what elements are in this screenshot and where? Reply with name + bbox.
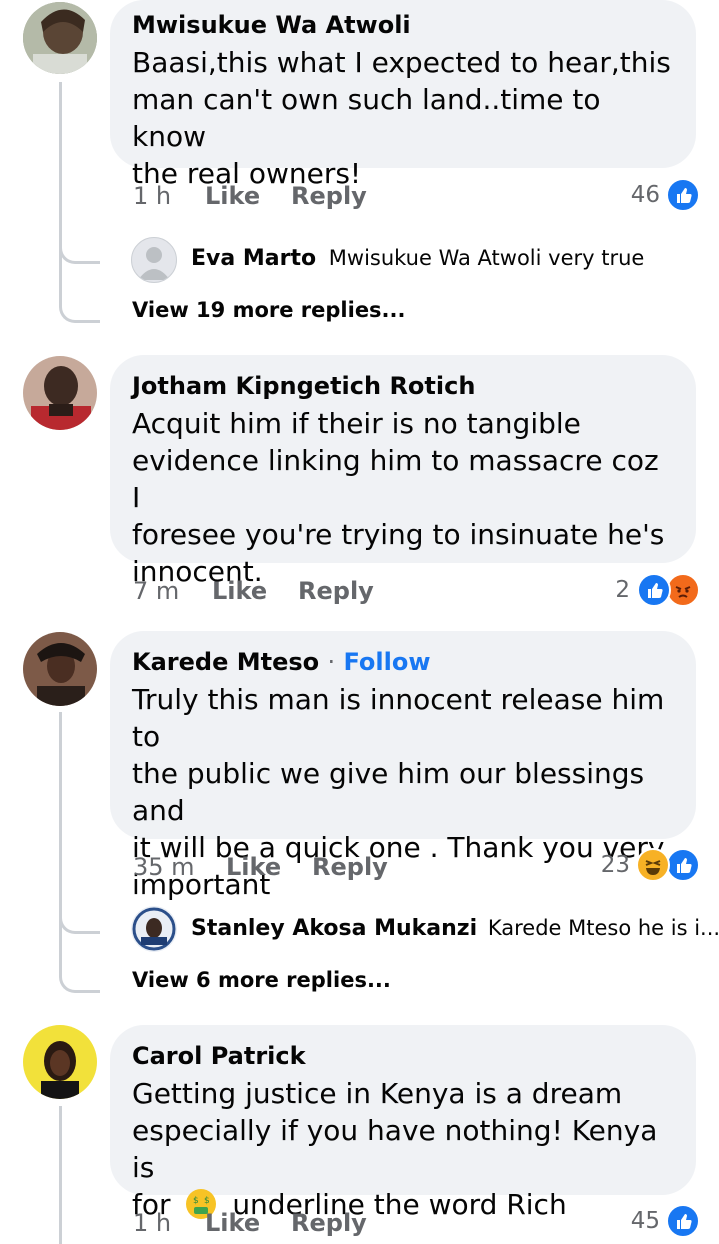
like-reaction-icon [666, 178, 700, 212]
reaction-count[interactable]: 23 [580, 852, 630, 878]
reply-preview[interactable]: Stanley Akosa Mukanzi Karede Mteso he is… [191, 916, 719, 941]
avatar[interactable] [131, 906, 177, 952]
avatar-photo [23, 2, 97, 74]
view-more-replies[interactable]: View 19 more replies... [132, 298, 406, 322]
comment-time[interactable]: 1 h [133, 182, 171, 210]
comment-bubble: Jotham Kipngetich Rotich Acquit him if t… [110, 355, 696, 588]
comment-bubble: Mwisukue Wa Atwoli Baasi,this what I exp… [110, 0, 696, 190]
like-reaction-icon [666, 848, 700, 882]
reaction-count[interactable]: 45 [600, 1208, 660, 1234]
comment-time[interactable]: 1 h [133, 1209, 171, 1237]
like-reaction-icon [637, 573, 671, 607]
comment-author[interactable]: Jotham Kipngetich Rotich [132, 369, 674, 403]
follow-button[interactable]: Follow [343, 648, 430, 676]
comment-text: Acquit him if their is no tangible evide… [132, 407, 665, 588]
view-more-replies[interactable]: View 6 more replies... [132, 968, 391, 992]
like-button[interactable]: Like [226, 853, 281, 881]
reply-button[interactable]: Reply [291, 182, 367, 210]
avatar[interactable] [131, 237, 177, 283]
comment-author[interactable]: Karede Mteso [132, 648, 319, 676]
comment-time[interactable]: 35 m [133, 853, 195, 881]
comment-author[interactable]: Mwisukue Wa Atwoli [132, 8, 674, 42]
avatar[interactable] [23, 2, 97, 74]
reply-connector [59, 225, 100, 264]
avatar-photo [23, 356, 97, 430]
haha-reaction-icon [636, 848, 670, 882]
view-more-connector [59, 930, 100, 993]
comment-author-row: Karede Mteso · Follow [132, 645, 674, 679]
reply-text: Karede Mteso he is i... [487, 916, 719, 940]
comment-text: Baasi,this what I expected to hear,this … [132, 46, 671, 190]
reply-button[interactable]: Reply [298, 577, 374, 605]
reply-preview[interactable]: Eva Marto Mwisukue Wa Atwoli very true [191, 246, 644, 271]
avatar[interactable] [23, 632, 97, 706]
reply-author[interactable]: Stanley Akosa Mukanzi [191, 916, 477, 941]
comment-bubble: Carol Patrick Getting justice in Kenya i… [110, 1025, 696, 1221]
default-avatar-icon [138, 247, 170, 280]
avatar-photo [23, 632, 97, 706]
reaction-count[interactable]: 2 [590, 577, 630, 603]
angry-reaction-icon [666, 573, 700, 607]
thread-line [59, 1106, 62, 1244]
like-button[interactable]: Like [212, 577, 267, 605]
reaction-count[interactable]: 46 [600, 182, 660, 208]
separator-dot: · [327, 648, 336, 676]
reply-author[interactable]: Eva Marto [191, 246, 316, 271]
view-more-connector [59, 260, 100, 323]
like-button[interactable]: Like [205, 1209, 260, 1237]
comment-author[interactable]: Carol Patrick [132, 1039, 674, 1073]
like-button[interactable]: Like [205, 182, 260, 210]
comment-bubble: Karede Mteso · Follow Truly this man is … [110, 631, 696, 901]
avatar-photo [23, 1025, 97, 1099]
reply-text: Mwisukue Wa Atwoli very true [328, 246, 645, 270]
comment-text: Getting justice in Kenya is a dream espe… [132, 1077, 658, 1221]
svg-text:$: $ [193, 1196, 199, 1206]
svg-text:$: $ [204, 1196, 210, 1206]
comment-time[interactable]: 7 m [133, 577, 179, 605]
reply-connector [59, 895, 100, 934]
avatar[interactable] [23, 1025, 97, 1099]
avatar[interactable] [23, 356, 97, 430]
like-reaction-icon [666, 1204, 700, 1238]
avatar-photo [131, 906, 177, 952]
reply-button[interactable]: Reply [291, 1209, 367, 1237]
reply-button[interactable]: Reply [312, 853, 388, 881]
